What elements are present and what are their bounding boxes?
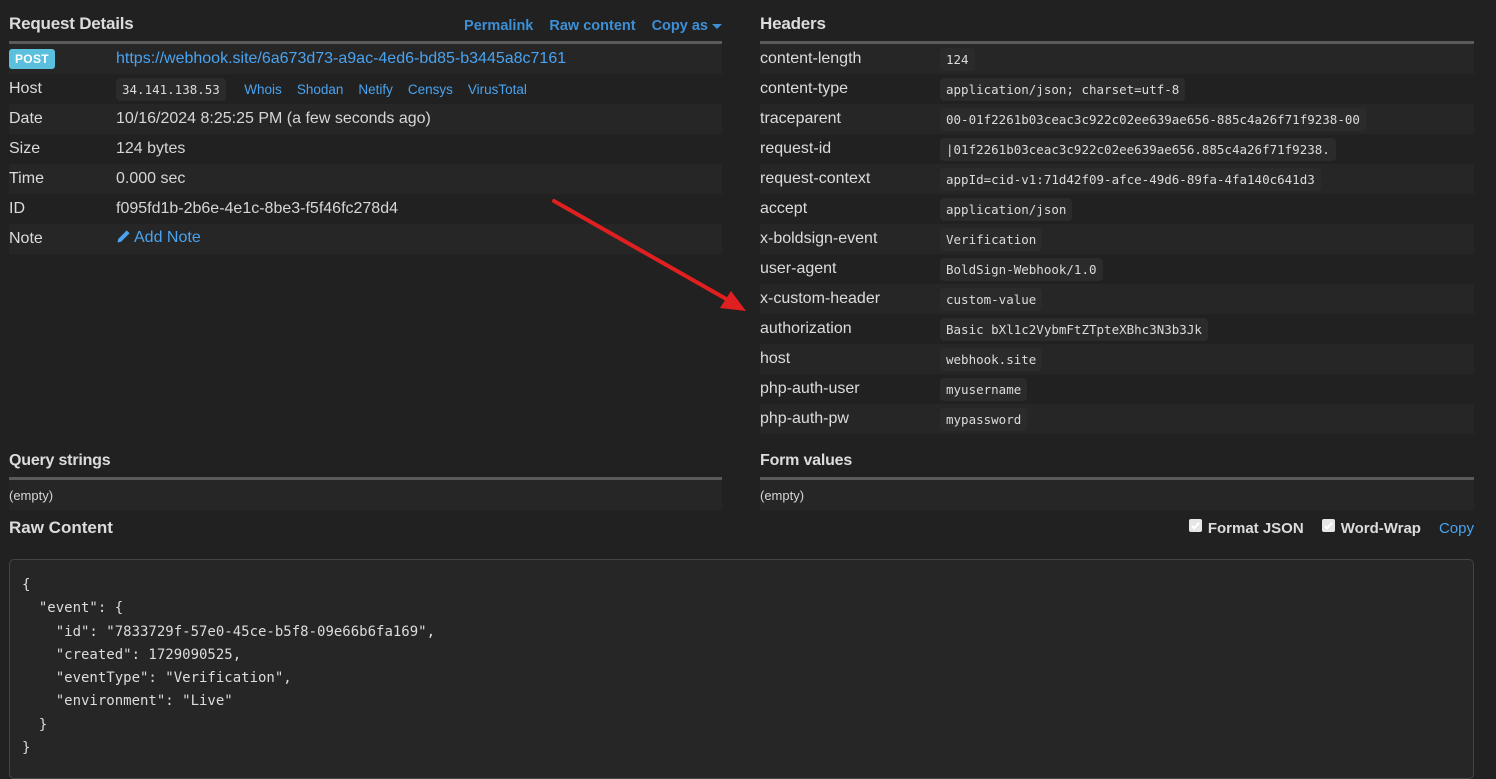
header-value: webhook.site [940, 347, 1043, 371]
add-note-button[interactable]: Add Note [116, 229, 201, 246]
header-value: 00-01f2261b03ceac3c922c02ee639ae656-885c… [940, 107, 1366, 131]
header-key: host [760, 350, 791, 367]
netify-link[interactable]: Netify [358, 82, 393, 97]
request-url-link[interactable]: https://webhook.site/6a673d73-a9ac-4ed6-… [116, 50, 566, 67]
header-row-request-id: request-id |01f2261b03ceac3c922c02ee639ae… [760, 134, 1474, 164]
table-row: Time 0.000 sec [9, 164, 722, 194]
time-label: Time [9, 170, 44, 187]
word-wrap-checkbox[interactable]: Word-Wrap [1321, 518, 1421, 537]
method-badge: POST [9, 49, 55, 69]
header-value: 124 [940, 47, 975, 71]
request-details-table: POST https://webhook.site/6a673d73-a9ac-… [9, 44, 722, 254]
form-values-panel: Form values (empty) [760, 440, 1474, 510]
form-values-header: Form values [760, 440, 1474, 480]
header-value: application/json [940, 197, 1073, 221]
id-label: ID [9, 200, 25, 217]
header-row-x-custom-header: x-custom-header custom-value [760, 284, 1474, 314]
request-details-panel: Request Details Permalink Raw content Co… [9, 0, 722, 254]
table-row: Note Add Note [9, 224, 722, 254]
header-row-accept: accept application/json [760, 194, 1474, 224]
header-key: content-length [760, 50, 862, 67]
header-key: x-custom-header [760, 290, 881, 307]
header-value: application/json; charset=utf-8 [940, 77, 1186, 101]
form-values-title: Form values [760, 452, 853, 469]
header-key: traceparent [760, 110, 841, 127]
censys-link[interactable]: Censys [408, 82, 453, 97]
header-key: php-auth-pw [760, 410, 849, 427]
host-ip: 34.141.138.53 [116, 77, 226, 101]
note-label: Note [9, 230, 43, 247]
format-json-checkbox[interactable]: Format JSON [1188, 518, 1304, 537]
header-value: Basic bXl1c2VybmFtZTpteXBhc3N3b3Jk [940, 317, 1208, 341]
query-strings-empty: (empty) [9, 480, 722, 510]
table-row: Host 34.141.138.53 Whois Shodan Netify C… [9, 74, 722, 104]
header-value: |01f2261b03ceac3c922c02ee639ae656.885c4a… [940, 137, 1336, 161]
header-key: authorization [760, 320, 852, 337]
table-row: Size 124 bytes [9, 134, 722, 164]
header-key: user-agent [760, 260, 837, 277]
header-row-php-auth-pw: php-auth-pw mypassword [760, 404, 1474, 434]
request-details-header: Request Details Permalink Raw content Co… [9, 0, 722, 44]
caret-down-icon [712, 23, 722, 29]
copy-raw-content-button[interactable]: Copy [1439, 520, 1474, 537]
add-note-label: Add Note [134, 229, 201, 246]
header-key: content-type [760, 80, 849, 97]
raw-content-link[interactable]: Raw content [549, 18, 635, 34]
header-row-request-context: request-context appId=cid-v1:71d42f09-afc… [760, 164, 1474, 194]
shodan-link[interactable]: Shodan [297, 82, 344, 97]
header-row-content-type: content-type application/json; charset=ut… [760, 74, 1474, 104]
table-row: Date 10/16/2024 8:25:25 PM (a few second… [9, 104, 722, 134]
header-value: Verification [940, 227, 1043, 251]
headers-table: content-length 124 content-type application… [760, 44, 1474, 434]
pencil-icon [116, 229, 131, 249]
header-value: BoldSign-Webhook/1.0 [940, 257, 1103, 281]
whois-link[interactable]: Whois [244, 82, 282, 97]
request-details-title: Request Details [9, 14, 134, 33]
raw-content-body: { "event": { "id": "7833729f-57e0-45ce-b… [22, 577, 436, 757]
raw-content-header: Raw Content Format JSON Word-Wrap Copy [9, 518, 1474, 538]
copy-as-dropdown[interactable]: Copy as [652, 18, 722, 34]
header-value: custom-value [940, 287, 1043, 311]
id-value: f095fd1b-2b6e-4e1c-8be3-f5f46fc278d4 [116, 200, 398, 217]
header-row-authorization: authorization Basic bXl1c2VybmFtZTpteXBhc… [760, 314, 1474, 344]
virustotal-link[interactable]: VirusTotal [468, 82, 527, 97]
host-label: Host [9, 80, 42, 97]
headers-title: Headers [760, 14, 826, 33]
query-strings-panel: Query strings (empty) [9, 440, 722, 510]
header-row-user-agent: user-agent BoldSign-Webhook/1.0 [760, 254, 1474, 284]
raw-content-box: { "event": { "id": "7833729f-57e0-45ce-b… [9, 559, 1474, 779]
size-label: Size [9, 140, 41, 157]
header-row-traceparent: traceparent 00-01f2261b03ceac3c922c02ee63… [760, 104, 1474, 134]
query-strings-title: Query strings [9, 452, 111, 469]
time-value: 0.000 sec [116, 170, 186, 187]
permalink-link[interactable]: Permalink [464, 18, 533, 34]
header-row-php-auth-user: php-auth-user myusername [760, 374, 1474, 404]
header-row-host: host webhook.site [760, 344, 1474, 374]
header-key: accept [760, 200, 808, 217]
header-value: myusername [940, 377, 1028, 401]
copy-as-label: Copy as [651, 18, 708, 34]
table-row: POST https://webhook.site/6a673d73-a9ac-… [9, 44, 722, 74]
headers-panel: Headers content-length 124 content-type app… [760, 0, 1474, 434]
word-wrap-label: Word-Wrap [1340, 519, 1421, 537]
size-value: 124 bytes [116, 140, 186, 157]
format-json-label: Format JSON [1207, 519, 1304, 537]
checkbox-checked-icon [1188, 518, 1202, 532]
header-row-x-boldsign-event: x-boldsign-event Verification [760, 224, 1474, 254]
date-label: Date [9, 110, 43, 127]
date-value: 10/16/2024 8:25:25 PM (a few seconds ago… [116, 110, 431, 127]
headers-header: Headers [760, 0, 1474, 44]
header-key: request-context [760, 170, 871, 187]
header-row-content-length: content-length 124 [760, 44, 1474, 74]
header-key: request-id [760, 140, 832, 157]
header-value: mypassword [940, 407, 1028, 431]
header-key: x-boldsign-event [760, 230, 878, 247]
table-row: ID f095fd1b-2b6e-4e1c-8be3-f5f46fc278d4 [9, 194, 722, 224]
checkbox-checked-icon [1321, 518, 1335, 532]
raw-content-title: Raw Content [9, 518, 113, 537]
header-key: php-auth-user [760, 380, 860, 397]
header-value: appId=cid-v1:71d42f09-afce-49d6-89fa-4fa… [940, 167, 1321, 191]
query-strings-header: Query strings [9, 440, 722, 480]
form-values-empty: (empty) [760, 480, 1474, 510]
